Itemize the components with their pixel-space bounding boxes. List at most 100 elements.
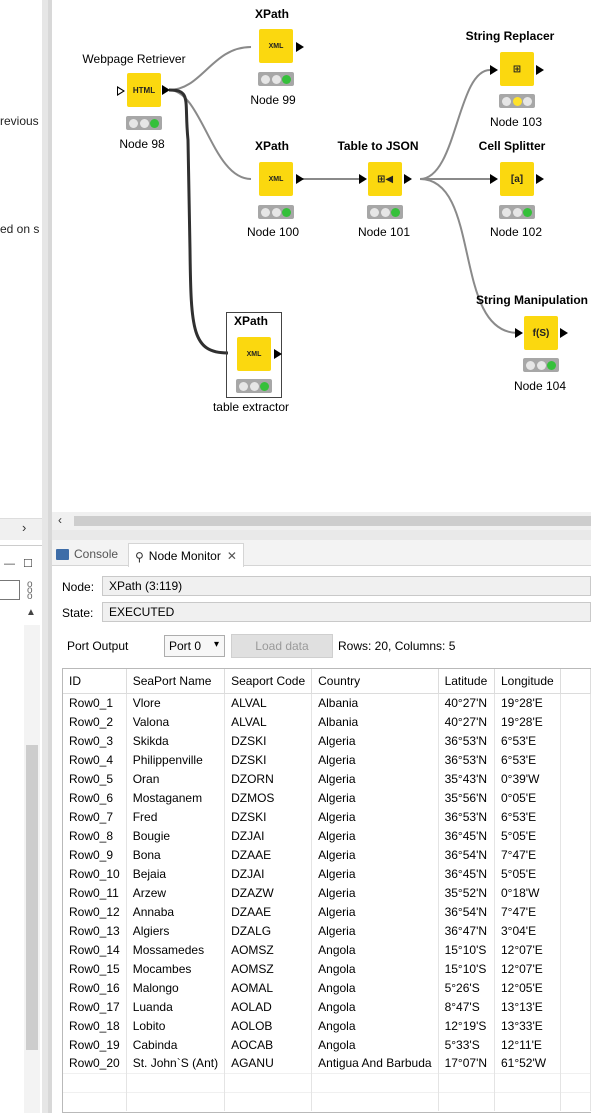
node-104-output-port[interactable]	[560, 328, 568, 338]
table-row[interactable]: Row0_5 Oran DZORN Algeria 35°43'N 0°39'W	[63, 769, 591, 788]
node-102-input-port[interactable]	[490, 174, 498, 184]
workflow-canvas[interactable]: Webpage Retriever HTML Node 98 XPath XML…	[52, 0, 591, 512]
table-cell: 0°39'W	[494, 769, 561, 788]
table-cell: Antigua And Barbuda	[311, 1054, 439, 1073]
table-cell: Malongo	[126, 978, 226, 997]
table-cell: Row0_13	[63, 921, 127, 940]
tab-node-monitor[interactable]: ⚲ Node Monitor ✕	[128, 543, 244, 567]
table-cell: Row0_6	[63, 788, 127, 807]
node-100-label[interactable]: Node 100	[213, 225, 333, 239]
node-monitor-icon: ⚲	[135, 550, 144, 564]
table-cell: Row0_8	[63, 826, 127, 845]
node-102-label[interactable]: Node 102	[456, 225, 576, 239]
node-104-box[interactable]: f(S)	[524, 316, 558, 350]
node-104-label[interactable]: Node 104	[480, 379, 591, 393]
table-cell: Annaba	[126, 902, 226, 921]
table-row[interactable]: Row0_7 Fred DZSKI Algeria 36°53'N 6°53'E	[63, 807, 591, 826]
table-cell: Algeria	[311, 788, 439, 807]
column-header-latitude[interactable]: Latitude	[438, 669, 495, 694]
node-101-input-port[interactable]	[359, 174, 367, 184]
xml-icon: XML	[268, 42, 284, 50]
column-header-seaport-code[interactable]: Seaport Code	[224, 669, 313, 694]
table-row[interactable]: Row0_10 Bejaia DZJAI Algeria 36°45'N 5°05'E	[63, 864, 591, 883]
table-cell: DZJAI	[224, 826, 313, 845]
left-scrollbar-thumb[interactable]	[26, 745, 38, 1050]
node-98-box[interactable]: HTML	[127, 73, 161, 107]
chevron-right-icon[interactable]: ›	[22, 520, 26, 535]
table-empty-row	[63, 1091, 591, 1111]
table-row[interactable]: Row0_11 Arzew DZAZW Algeria 35°52'N 0°18'W	[63, 883, 591, 902]
node-103-input-port[interactable]	[490, 65, 498, 75]
table-row[interactable]: Row0_16 Malongo AOMAL Angola 5°26'S 12°05'E	[63, 978, 591, 997]
table-row[interactable]: Row0_15 Mocambes AOMSZ Angola 15°10'S 12°07'E	[63, 959, 591, 978]
port-select[interactable]: Port 0 ▾	[164, 635, 225, 657]
node-99-box[interactable]: XML	[259, 29, 293, 63]
node-103-label[interactable]: Node 103	[456, 115, 576, 129]
scroll-up-icon[interactable]: ▲	[26, 607, 36, 618]
table-row[interactable]: Row0_14 Mossamedes AOMSZ Angola 15°10'S 12°07…	[63, 940, 591, 959]
table-cell: ALVAL	[224, 693, 313, 712]
table-row[interactable]: Row0_1 Vlore ALVAL Albania 40°27'N 19°28'E	[63, 693, 591, 712]
table-row[interactable]: Row0_8 Bougie DZJAI Algeria 36°45'N 5°05'E	[63, 826, 591, 845]
node-103-output-port[interactable]	[536, 65, 544, 75]
node-99-output-port[interactable]	[296, 42, 304, 52]
table-row[interactable]: Row0_4 Philippenville DZSKI Algeria 36°53'N 6…	[63, 750, 591, 769]
table-cell-empty	[560, 712, 591, 731]
table-cell: 3°04'E	[494, 921, 561, 940]
left-input-box[interactable]	[0, 580, 20, 600]
tab-console[interactable]: Console	[56, 543, 118, 565]
table-row[interactable]: Row0_12 Annaba DZAAE Algeria 36°54'N 7°47'E	[63, 902, 591, 921]
node-table-extractor-output-port[interactable]	[274, 349, 282, 359]
column-header-country[interactable]: Country	[311, 669, 439, 694]
scroll-left-icon[interactable]: ‹	[58, 513, 62, 527]
table-cell: Angola	[311, 997, 439, 1016]
load-data-button[interactable]: Load data	[231, 634, 333, 658]
canvas-scrollbar-thumb[interactable]	[74, 516, 591, 526]
table-cell: 19°28'E	[494, 693, 561, 712]
maximize-icon[interactable]: ☐	[23, 558, 41, 570]
node-101-box[interactable]: ⊞◀	[368, 162, 402, 196]
table-row[interactable]: Row0_6 Mostaganem DZMOS Algeria 35°56'N 0°05'…	[63, 788, 591, 807]
close-icon[interactable]: ✕	[227, 549, 237, 563]
node-102-output-port[interactable]	[536, 174, 544, 184]
column-header-longitude[interactable]: Longitude	[494, 669, 561, 694]
table-cell: 6°53'E	[494, 731, 561, 750]
node-99-label[interactable]: Node 99	[213, 93, 333, 107]
table-row[interactable]: Row0_20 St. John`S (Ant) AGANU Antigua And …	[63, 1054, 591, 1073]
node-101-label[interactable]: Node 101	[324, 225, 444, 239]
node-100-box[interactable]: XML	[259, 162, 293, 196]
data-table[interactable]: ID SeaPort Name Seaport Code Country Lat…	[62, 668, 591, 1113]
table-row[interactable]: Row0_17 Luanda AOLAD Angola 8°47'S 13°13'E	[63, 997, 591, 1016]
chevron-down-icon: ▾	[213, 639, 219, 650]
minimize-maximize-icons[interactable]: —☐	[4, 557, 41, 570]
table-cell: Algeria	[311, 921, 439, 940]
node-table-extractor-box[interactable]: XML	[237, 337, 271, 371]
table-row[interactable]: Row0_3 Skikda DZSKI Algeria 36°53'N 6°53'E	[63, 731, 591, 750]
node-table-extractor-label[interactable]: table extractor	[191, 400, 311, 414]
panel-splitter[interactable]	[52, 530, 591, 540]
node-98-output-port[interactable]	[162, 85, 170, 95]
column-header-id[interactable]: ID	[63, 669, 127, 694]
node-field: XPath (3:119)	[102, 576, 591, 596]
node-100-output-port[interactable]	[296, 174, 304, 184]
table-row[interactable]: Row0_18 Lobito AOLOB Angola 12°19'S 13°33'E	[63, 1016, 591, 1035]
node-103-box[interactable]: ⊞	[500, 52, 534, 86]
minimize-icon[interactable]: —	[4, 558, 23, 570]
table-cell: Row0_12	[63, 902, 127, 921]
column-header-seaport-name[interactable]: SeaPort Name	[126, 669, 226, 694]
node-101-output-port[interactable]	[404, 174, 412, 184]
table-row[interactable]: Row0_19 Cabinda AOCAB Angola 5°33'S 12°11'E	[63, 1035, 591, 1054]
table-cell: Row0_20	[63, 1054, 127, 1073]
table-row[interactable]: Row0_9 Bona DZAAE Algeria 36°54'N 7°47'E	[63, 845, 591, 864]
node-98-label[interactable]: Node 98	[82, 137, 202, 151]
table-row[interactable]: Row0_13 Algiers DZALG Algeria 36°47'N 3°04'E	[63, 921, 591, 940]
table-row[interactable]: Row0_2 Valona ALVAL Albania 40°27'N 19°28'E	[63, 712, 591, 731]
node-102-box[interactable]: [a]	[500, 162, 534, 196]
table-cell-empty	[560, 978, 591, 997]
table-cell-empty	[560, 807, 591, 826]
left-pane-scrollbar[interactable]	[0, 518, 42, 540]
node-104-input-port[interactable]	[515, 328, 523, 338]
node-98-input-port[interactable]	[117, 86, 125, 96]
more-options-icon[interactable]: ooo	[27, 580, 33, 602]
table-cell: Row0_3	[63, 731, 127, 750]
